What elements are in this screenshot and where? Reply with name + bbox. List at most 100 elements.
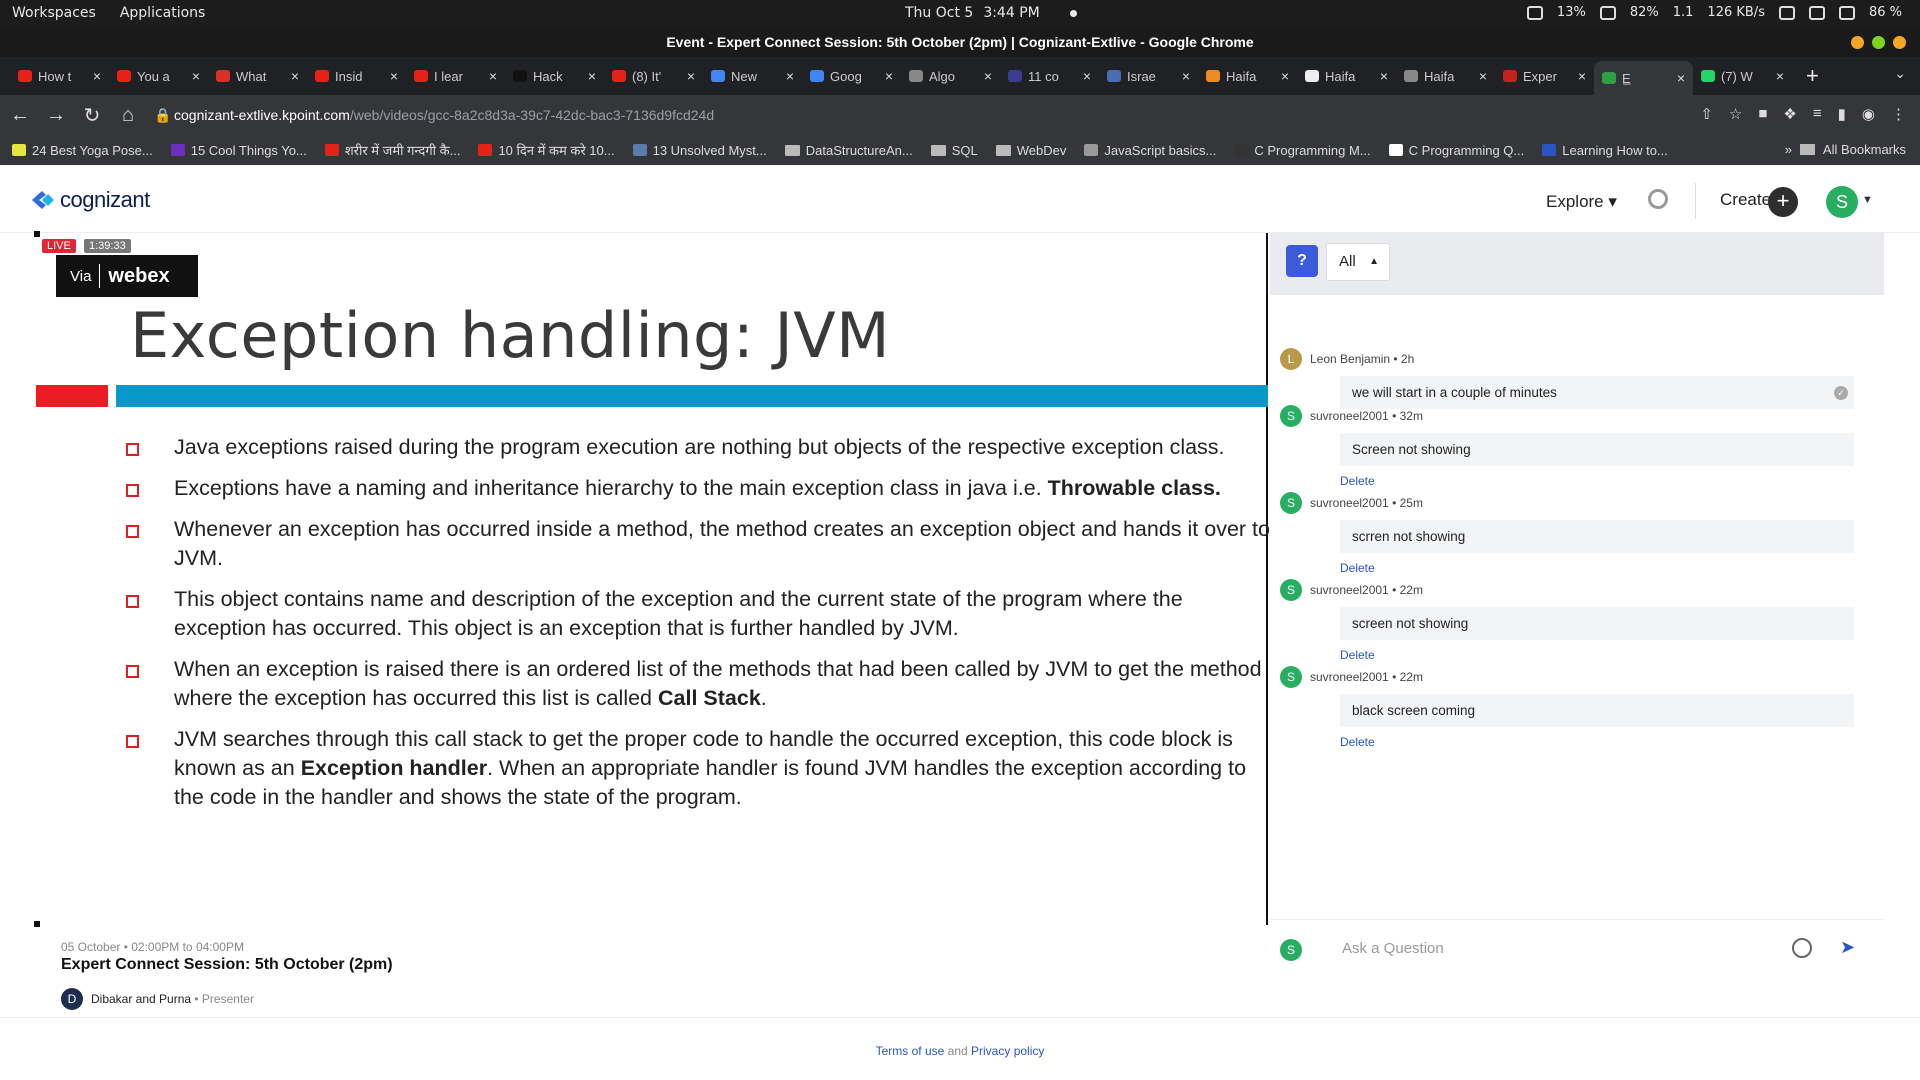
- tab-5[interactable]: Hack ×: [505, 61, 604, 91]
- bookmark-item[interactable]: 15 Cool Things Yo...: [170, 143, 307, 158]
- tab-close-icon[interactable]: ×: [489, 68, 497, 84]
- tab-close-icon[interactable]: ×: [1380, 68, 1388, 84]
- maximize-button[interactable]: [1872, 36, 1885, 49]
- tab-2[interactable]: What ×: [208, 61, 307, 91]
- tab-15[interactable]: Exper ×: [1495, 61, 1594, 91]
- tab-close-icon[interactable]: ×: [687, 68, 695, 84]
- extension-icon[interactable]: ■: [1758, 105, 1767, 123]
- tab-11[interactable]: Israe ×: [1099, 61, 1198, 91]
- tab-14[interactable]: Haifa ×: [1396, 61, 1495, 91]
- ask-question-input[interactable]: Ask a Question: [1342, 940, 1444, 957]
- bookmark-item[interactable]: 24 Best Yoga Pose...: [12, 143, 153, 158]
- close-window-button[interactable]: [1893, 36, 1906, 49]
- tab-close-icon[interactable]: ×: [291, 68, 299, 84]
- profile-icon[interactable]: ◉: [1862, 105, 1875, 123]
- back-arrow-icon[interactable]: ←: [4, 104, 36, 127]
- tab-17[interactable]: (7) W ×: [1693, 61, 1792, 91]
- tab-8[interactable]: Goog ×: [802, 61, 901, 91]
- tab-9[interactable]: Algo ×: [901, 61, 1000, 91]
- bluetooth-icon[interactable]: [1808, 5, 1825, 20]
- cognizant-logo[interactable]: cognizant: [30, 187, 150, 213]
- tab-4[interactable]: I lear ×: [406, 61, 505, 91]
- terms-link[interactable]: Terms of use: [876, 1044, 945, 1058]
- tab-7[interactable]: New ×: [703, 61, 802, 91]
- bookmark-item[interactable]: DataStructureAn...: [784, 143, 913, 158]
- reload-icon[interactable]: ↻: [76, 103, 108, 128]
- tab-close-icon[interactable]: ×: [390, 68, 398, 84]
- tab-close-icon[interactable]: ×: [885, 68, 893, 84]
- share-icon[interactable]: ⇧: [1700, 105, 1713, 123]
- all-bookmarks[interactable]: » All Bookmarks: [1785, 142, 1906, 157]
- side-panel-icon[interactable]: ▮: [1838, 105, 1846, 123]
- qa-message: Ssuvroneel2001 • 25m scrren not showing De…: [1280, 492, 1874, 575]
- tray-monitor-icon[interactable]: [1599, 5, 1616, 20]
- url-bar[interactable]: 🔒 cognizant-extlive.kpoint.com/web/video…: [144, 99, 1684, 131]
- search-icon[interactable]: [1648, 189, 1668, 209]
- tab-close-icon[interactable]: ×: [93, 68, 101, 84]
- puzzle-extensions-icon[interactable]: ❖: [1783, 105, 1796, 123]
- video-player[interactable]: LIVE 1:39:33 Via webex Exception handlin…: [34, 231, 1270, 927]
- tab-close-icon[interactable]: ×: [1578, 68, 1586, 84]
- question-icon[interactable]: ?: [1286, 245, 1318, 277]
- chevron-down-icon[interactable]: ▼: [1862, 194, 1873, 206]
- system-time[interactable]: 3:44 PM: [983, 5, 1039, 21]
- tab-3[interactable]: Insid ×: [307, 61, 406, 91]
- bookmark-star-icon[interactable]: ☆: [1729, 105, 1742, 123]
- privacy-link[interactable]: Privacy policy: [971, 1044, 1044, 1058]
- explore-menu[interactable]: Explore ▾: [1546, 192, 1617, 212]
- send-icon[interactable]: ➤: [1840, 937, 1855, 958]
- bookmark-item[interactable]: शरीर में जमी गन्दगी कै...: [324, 141, 460, 159]
- tab-1[interactable]: You a ×: [109, 61, 208, 91]
- battery-level[interactable]: 86 %: [1869, 5, 1902, 20]
- reading-list-icon[interactable]: ≡: [1813, 105, 1822, 123]
- create-label[interactable]: Create: [1720, 190, 1771, 210]
- tab-6[interactable]: (8) It' ×: [604, 61, 703, 91]
- wifi-icon[interactable]: [1778, 5, 1795, 20]
- chrome-menu-icon[interactable]: ⋮: [1891, 105, 1906, 123]
- tab-close-icon[interactable]: ×: [588, 68, 596, 84]
- chevron-right-icon[interactable]: »: [1785, 142, 1792, 157]
- minimize-button[interactable]: [1851, 36, 1864, 49]
- bookmark-item[interactable]: JavaScript basics...: [1084, 143, 1216, 158]
- tab-close-icon[interactable]: ×: [1776, 68, 1784, 84]
- bookmark-item[interactable]: C Programming Q...: [1388, 143, 1524, 158]
- delete-link[interactable]: Delete: [1340, 474, 1874, 488]
- bookmark-item[interactable]: SQL: [930, 143, 978, 158]
- delete-link[interactable]: Delete: [1340, 561, 1874, 575]
- bookmark-item[interactable]: 13 Unsolved Myst...: [632, 143, 767, 158]
- bookmark-item[interactable]: 10 दिन में कम करे 10...: [478, 141, 615, 159]
- tab-close-icon[interactable]: ×: [786, 68, 794, 84]
- bookmark-item[interactable]: WebDev: [995, 143, 1066, 158]
- tab-13[interactable]: Haifa ×: [1297, 61, 1396, 91]
- tab-close-icon[interactable]: ×: [1182, 68, 1190, 84]
- delete-link[interactable]: Delete: [1340, 648, 1874, 662]
- new-tab-button[interactable]: +: [1806, 63, 1819, 89]
- bookmark-item[interactable]: Learning How to...: [1542, 143, 1668, 158]
- user-avatar[interactable]: S: [1826, 186, 1858, 218]
- tab-0[interactable]: How t ×: [10, 61, 109, 91]
- tab-12[interactable]: Haifa ×: [1198, 61, 1297, 91]
- bookmark-item[interactable]: C Programming M...: [1234, 143, 1371, 158]
- tab-close-icon[interactable]: ×: [1677, 70, 1685, 86]
- forward-arrow-icon[interactable]: →: [40, 104, 72, 127]
- tray-app-icon[interactable]: [1526, 5, 1543, 20]
- applications-menu[interactable]: Applications: [120, 5, 206, 21]
- workspaces-menu[interactable]: Workspaces: [12, 5, 96, 21]
- tab-close-icon[interactable]: ×: [984, 68, 992, 84]
- tab-close-icon[interactable]: ×: [1083, 68, 1091, 84]
- emoji-icon[interactable]: [1792, 938, 1812, 958]
- tab-close-icon[interactable]: ×: [192, 68, 200, 84]
- tab-10[interactable]: 11 co ×: [1000, 61, 1099, 91]
- home-icon[interactable]: ⌂: [112, 104, 144, 127]
- delete-link[interactable]: Delete: [1340, 735, 1874, 749]
- tab-16[interactable]: E̲ ×: [1594, 61, 1693, 95]
- tab-close-icon[interactable]: ×: [1281, 68, 1289, 84]
- tab-search-icon[interactable]: ⌄: [1894, 65, 1906, 82]
- tab-close-icon[interactable]: ×: [1479, 68, 1487, 84]
- volume-icon[interactable]: [1838, 5, 1855, 20]
- qa-filter-select[interactable]: All ▲: [1326, 243, 1390, 281]
- lock-icon[interactable]: 🔒: [154, 99, 171, 131]
- presenter-name[interactable]: Dibakar and Purna: [91, 992, 191, 1006]
- bookmark-label: 24 Best Yoga Pose...: [32, 142, 153, 158]
- create-plus-button[interactable]: +: [1768, 187, 1798, 217]
